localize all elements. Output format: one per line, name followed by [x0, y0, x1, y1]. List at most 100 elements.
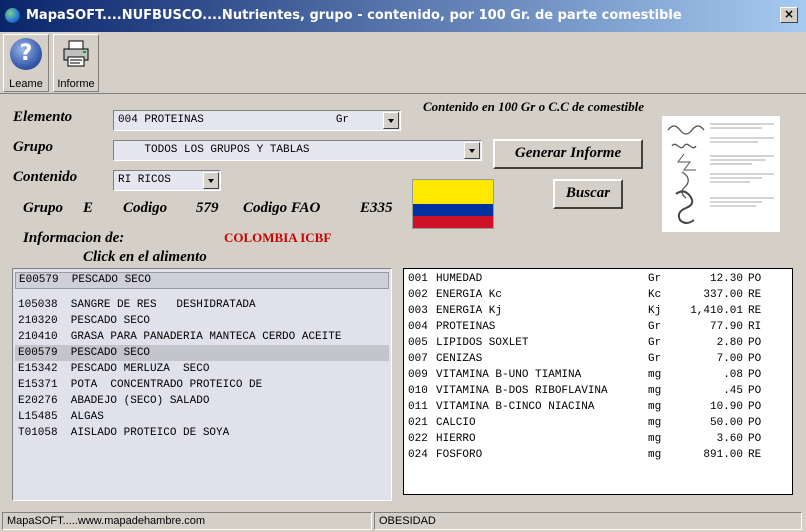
nutrient-flag: PO	[748, 353, 762, 365]
nutrient-unit: Gr	[648, 321, 662, 333]
nutrient-panel: 001 HUMEDAD Gr 12.30 PO 002 ENERGIA Kc Kc 337.00…	[403, 268, 793, 495]
nutrient-row: 010 VITAMINA B-DOS RIBOFLAVINA mg .45 PO	[408, 383, 788, 399]
status-message: OBESIDAD	[374, 512, 802, 530]
nutrient-name: PROTEINAS	[436, 321, 496, 333]
list-item[interactable]: E20276 ABADEJO (SECO) SALADO	[15, 393, 389, 409]
globe-icon	[4, 7, 21, 24]
info-codigo-fao-value: E335	[360, 200, 393, 216]
nutrient-name: CALCIO	[436, 417, 476, 429]
click-hint-label: Click en el alimento	[83, 249, 207, 265]
nutrient-flag: RE	[748, 449, 762, 461]
nutrient-unit: Kj	[648, 305, 662, 317]
nutrient-unit: Gr	[648, 353, 662, 365]
info-codigo-fao-label: Codigo FAO	[243, 200, 321, 216]
grupo-select[interactable]: TODOS LOS GRUPOS Y TABLAS	[113, 140, 482, 161]
nutrient-unit: mg	[648, 369, 662, 381]
nutrient-code: 011	[408, 401, 428, 413]
nutrient-code: 022	[408, 433, 428, 445]
nutrient-flag: RE	[748, 289, 762, 301]
nutrient-code: 005	[408, 337, 428, 349]
nutrient-unit: mg	[648, 417, 662, 429]
nutrient-row: 001 HUMEDAD Gr 12.30 PO	[408, 271, 788, 287]
nutrient-name: FOSFORO	[436, 449, 483, 461]
list-item[interactable]: 210410 GRASA PARA PANADERIA MANTECA CERD…	[15, 329, 389, 345]
toolbar: ? Leame Informe	[0, 32, 806, 94]
nutrient-name: VITAMINA B-UNO TIAMINA	[436, 369, 582, 381]
nutrient-code: 010	[408, 385, 428, 397]
nutrient-value: 10.90	[709, 401, 743, 413]
status-bar: MapaSOFT.....www.mapadehambre.com OBESID…	[0, 510, 806, 532]
contenido-header: Contenido en 100 Gr o C.C de comestible	[423, 99, 644, 114]
title-bar: MapaSOFT....NUFBUSCO....Nutrientes, grup…	[0, 0, 806, 32]
nutrient-unit: mg	[648, 401, 662, 413]
nutrient-name: LIPIDOS SOXLET	[436, 337, 529, 349]
nutrient-row: 022 HIERRO mg 3.60 PO	[408, 431, 788, 447]
nutrient-value: 50.00	[709, 417, 743, 429]
buscar-button[interactable]: Buscar	[553, 179, 623, 209]
informacion-label: Informacion de:	[23, 230, 125, 246]
informe-label: Informe	[57, 78, 95, 90]
nutrient-value: 2.80	[716, 337, 743, 349]
elemento-label: Elemento	[13, 109, 73, 125]
list-item[interactable]: E00579 PESCADO SECO	[15, 345, 389, 361]
contenido-select[interactable]: RI RICOS	[113, 170, 221, 191]
nutrient-name: HUMEDAD	[436, 273, 483, 285]
nutrient-flag: PO	[748, 401, 762, 413]
nutrient-flag: PO	[748, 337, 762, 349]
nutrient-code: 007	[408, 353, 428, 365]
nutrient-row: 005 LIPIDOS SOXLET Gr 2.80 PO	[408, 335, 788, 351]
info-codigo-label: Codigo	[123, 200, 168, 216]
list-item[interactable]: E15371 POTA CONCENTRADO PROTEICO DE	[15, 377, 389, 393]
nutrient-flag: PO	[748, 417, 762, 429]
nutrient-row: 003 ENERGIA Kj Kj 1,410.01 RE	[408, 303, 788, 319]
leame-label: Leame	[9, 78, 43, 90]
nutrient-value: 77.90	[709, 321, 743, 333]
list-item[interactable]: 210320 PESCADO SECO	[15, 313, 389, 329]
contenido-value: RI RICOS	[118, 174, 171, 186]
chevron-down-icon[interactable]	[383, 112, 399, 129]
chevron-down-icon[interactable]	[464, 142, 480, 159]
nutrient-code: 001	[408, 273, 428, 285]
nutrient-code: 009	[408, 369, 428, 381]
info-grupo-label: Grupo	[23, 200, 64, 216]
list-item[interactable]: L15485 ALGAS	[15, 409, 389, 425]
nutrient-unit: mg	[648, 449, 662, 461]
nutrient-name: ENERGIA Kj	[436, 305, 503, 317]
window-title: MapaSOFT....NUFBUSCO....Nutrientes, grup…	[26, 8, 682, 23]
nutrient-row: 024 FOSFORO mg 891.00 RE	[408, 447, 788, 463]
elemento-value: 004 PROTEINAS Gr	[118, 114, 350, 126]
nutrient-value: 891.00	[703, 449, 743, 461]
contenido-label: Contenido	[13, 169, 78, 185]
leame-button[interactable]: ? Leame	[3, 34, 49, 92]
grupo-value: TODOS LOS GRUPOS Y TABLAS	[118, 144, 310, 156]
info-codigo-value: 579	[196, 200, 219, 216]
nutrient-name: VITAMINA B-DOS RIBOFLAVINA	[436, 385, 608, 397]
list-item[interactable]: T01058 AISLADO PROTEICO DE SOYA	[15, 425, 389, 441]
list-item[interactable]: E15342 PESCADO MERLUZA SECO	[15, 361, 389, 377]
food-list[interactable]: E00579 PESCADO SECO 105038 SANGRE DE RES…	[12, 268, 392, 501]
nutrient-row: 009 VITAMINA B-UNO TIAMINA mg .08 PO	[408, 367, 788, 383]
elemento-select[interactable]: 004 PROTEINAS Gr	[113, 110, 401, 131]
chevron-down-icon[interactable]	[203, 172, 219, 189]
nutrient-unit: mg	[648, 433, 662, 445]
info-grupo-value: E	[83, 200, 94, 216]
nutrient-value: 337.00	[703, 289, 743, 301]
nutrient-row: 021 CALCIO mg 50.00 PO	[408, 415, 788, 431]
nutrient-name: CENIZAS	[436, 353, 483, 365]
nutrient-code: 024	[408, 449, 428, 461]
close-button[interactable]: ×	[780, 7, 798, 23]
nutrient-row: 007 CENIZAS Gr 7.00 PO	[408, 351, 788, 367]
nutrient-name: HIERRO	[436, 433, 476, 445]
nutrient-name: VITAMINA B-CINCO NIACINA	[436, 401, 595, 413]
nutrient-code: 002	[408, 289, 428, 301]
nutrient-value: 3.60	[716, 433, 743, 445]
nutrient-row: 004 PROTEINAS Gr 77.90 RI	[408, 319, 788, 335]
generar-informe-button[interactable]: Generar Informe	[493, 139, 643, 169]
nutrient-flag: PO	[748, 273, 762, 285]
selected-food: E00579 PESCADO SECO	[15, 272, 389, 289]
nutrient-unit: Gr	[648, 273, 662, 285]
nutrient-unit: mg	[648, 385, 662, 397]
list-item[interactable]: 105038 SANGRE DE RES DESHIDRATADA	[15, 297, 389, 313]
nutrient-name: ENERGIA Kc	[436, 289, 503, 301]
informe-button[interactable]: Informe	[53, 34, 99, 92]
